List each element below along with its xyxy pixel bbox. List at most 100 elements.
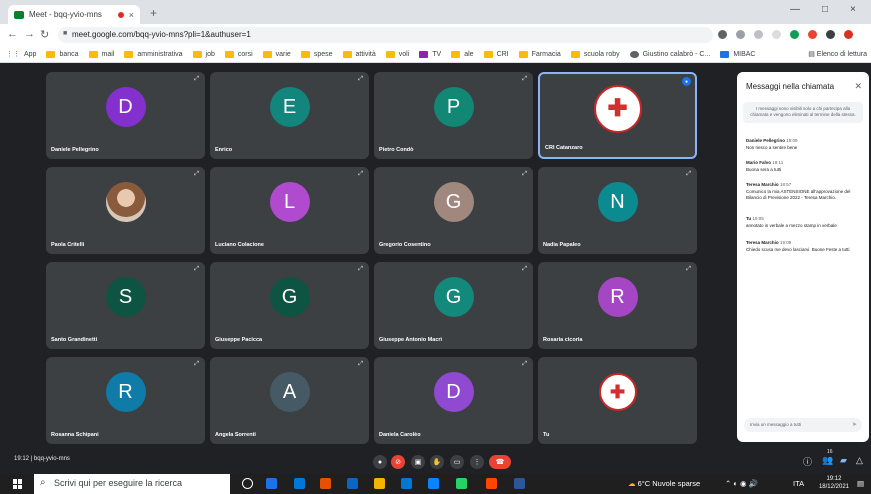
- back-icon[interactable]: ←: [7, 28, 18, 40]
- edge-icon[interactable]: [266, 478, 277, 489]
- tray-icons[interactable]: ⌃ ◐ ◉ 🔊: [725, 479, 758, 488]
- pin-icon[interactable]: ⤢: [194, 76, 199, 83]
- camera-icon[interactable]: [718, 30, 727, 39]
- participant-tile[interactable]: ⤢ G Giuseppe Antonio Macrì: [374, 262, 533, 349]
- pin-icon[interactable]: ⤢: [522, 76, 527, 83]
- pin-icon[interactable]: ⤢: [522, 361, 527, 368]
- chat-input[interactable]: Invia un messaggio a tutti ➤: [744, 418, 862, 432]
- bookmark-item[interactable]: amministrativa: [124, 50, 183, 58]
- participant-tile[interactable]: ⤢ D Daniele Pellegrino: [46, 72, 205, 159]
- pin-icon[interactable]: ⤢: [686, 171, 691, 178]
- pin-icon[interactable]: ⤢: [686, 266, 691, 273]
- pin-icon[interactable]: ⤢: [522, 171, 527, 178]
- mic-off-icon[interactable]: ⊘: [391, 455, 405, 469]
- teams-icon[interactable]: [347, 478, 358, 489]
- bookmark-item[interactable]: CRI: [483, 50, 509, 58]
- pin-icon[interactable]: ⤢: [194, 171, 199, 178]
- windows-start-icon[interactable]: [13, 479, 23, 489]
- participant-tile[interactable]: ⤢ G Gregorio Cosentino: [374, 167, 533, 254]
- pin-icon[interactable]: ⤢: [194, 361, 199, 368]
- input-language[interactable]: ITA: [793, 479, 804, 488]
- activities-icon[interactable]: △: [856, 455, 863, 466]
- zoom-icon[interactable]: [736, 30, 745, 39]
- self-tile[interactable]: ✚ Tu: [538, 357, 697, 444]
- participant-tile[interactable]: ⤢ A Angela Sorrenti: [210, 357, 369, 444]
- tab-close-icon[interactable]: ×: [129, 10, 134, 20]
- bookmark-item[interactable]: voli: [385, 50, 409, 58]
- system-clock[interactable]: 19:12 18/12/2021: [819, 476, 849, 492]
- bookmark-item[interactable]: TV: [419, 50, 441, 58]
- pin-icon[interactable]: ⤢: [358, 266, 363, 273]
- participant-tile[interactable]: ⤢ E Enrico: [210, 72, 369, 159]
- task-view-icon[interactable]: [242, 478, 253, 489]
- share-icon[interactable]: [754, 30, 763, 39]
- cri-ext-icon[interactable]: [844, 30, 853, 39]
- bookmark-item[interactable]: attività: [342, 50, 376, 58]
- bookmark-item[interactable]: mail: [88, 50, 114, 58]
- participant-tile[interactable]: ⤢ R Rosanna Schipani: [46, 357, 205, 444]
- present-screen-icon[interactable]: ▭: [450, 455, 464, 469]
- reload-icon[interactable]: ↻: [40, 28, 49, 41]
- minimize-icon[interactable]: —: [790, 4, 800, 15]
- whatsapp-icon[interactable]: [456, 478, 467, 489]
- maximize-icon[interactable]: □: [822, 4, 828, 15]
- bookmark-item[interactable]: spese: [300, 50, 333, 58]
- url-bar[interactable]: ■ meet.google.com/bqq-yvio-mns?pli=1&aut…: [58, 27, 713, 43]
- new-tab-button[interactable]: +: [150, 6, 157, 20]
- pin-icon[interactable]: ⤢: [358, 76, 363, 83]
- send-icon[interactable]: ➤: [852, 421, 857, 428]
- hang-up-button[interactable]: ☎: [489, 455, 511, 469]
- taskbar-search[interactable]: ⌕ Scrivi qui per eseguire la ricerca: [34, 474, 230, 494]
- pin-icon[interactable]: ⤢: [194, 266, 199, 273]
- more-options-icon[interactable]: ⋮: [470, 455, 484, 469]
- pin-icon[interactable]: ⤢: [522, 266, 527, 273]
- folder-icon: [342, 50, 352, 58]
- bookmark-item[interactable]: Giustino calabrò - C...: [629, 50, 710, 58]
- office-icon[interactable]: [486, 478, 497, 489]
- bookmark-item[interactable]: corsi: [224, 50, 253, 58]
- bookmark-item[interactable]: scuola roby: [570, 50, 620, 58]
- pin-icon[interactable]: ⤢: [358, 361, 363, 368]
- participant-tile[interactable]: ⤢ Paola Critelli: [46, 167, 205, 254]
- bookmark-item[interactable]: banca: [46, 50, 79, 58]
- participant-tile[interactable]: ⤢ P Pietro Condò: [374, 72, 533, 159]
- info-icon[interactable]: ⓘ: [803, 455, 812, 468]
- pin-icon[interactable]: ⤢: [358, 171, 363, 178]
- puzzle-icon[interactable]: [826, 30, 835, 39]
- chrome-icon[interactable]: [320, 478, 331, 489]
- participant-tile[interactable]: ⤢ L Luciano Colacione: [210, 167, 369, 254]
- participant-tile-speaking[interactable]: ● ✚ CRI Catanzaro: [538, 72, 697, 159]
- more-ctrl-icon[interactable]: ●: [373, 455, 387, 469]
- notifications-icon[interactable]: ▤: [857, 479, 864, 488]
- word-icon[interactable]: [514, 478, 525, 489]
- store-icon[interactable]: [401, 478, 412, 489]
- bookmark-item[interactable]: Farmacia: [518, 50, 561, 58]
- skype-icon[interactable]: [428, 478, 439, 489]
- opera-ext-icon[interactable]: [808, 30, 817, 39]
- weather-widget[interactable]: ☁ 6°C Nuvole sparse: [628, 479, 700, 488]
- participant-tile[interactable]: ⤢ D Daniela Carolèo: [374, 357, 533, 444]
- window-close-icon[interactable]: ×: [850, 4, 856, 15]
- people-icon[interactable]: 👥: [822, 455, 833, 466]
- chat-icon[interactable]: ▰: [840, 455, 847, 466]
- bookmark-apps[interactable]: ⋮⋮ App: [6, 50, 36, 59]
- ie-icon[interactable]: [294, 478, 305, 489]
- raise-hand-icon[interactable]: ✋: [430, 455, 444, 469]
- bookmark-item[interactable]: varie: [262, 50, 291, 58]
- browser-tab[interactable]: Meet - bqq-yvio-mns ×: [8, 5, 140, 24]
- close-icon[interactable]: ✕: [854, 81, 862, 92]
- participant-tile[interactable]: ⤢ N Nadia Papaleo: [538, 167, 697, 254]
- bookmark-item[interactable]: ale: [451, 50, 474, 58]
- bookmark-item[interactable]: job: [192, 50, 215, 58]
- star-icon[interactable]: [772, 30, 781, 39]
- drive-ext-icon[interactable]: [790, 30, 799, 39]
- participant-tile[interactable]: ⤢ R Rosaria cicoria: [538, 262, 697, 349]
- bookmark-item[interactable]: MIBAC: [720, 50, 755, 58]
- participant-tile[interactable]: ⤢ G Giuseppe Pacicca: [210, 262, 369, 349]
- reading-list[interactable]: ▤ Elenco di lettura: [808, 50, 867, 58]
- folder-icon: [451, 50, 461, 58]
- explorer-icon[interactable]: [374, 478, 385, 489]
- participant-tile[interactable]: ⤢ S Santo Grandinetti: [46, 262, 205, 349]
- forward-icon[interactable]: →: [24, 28, 35, 40]
- camera-toggle-icon[interactable]: ▣: [411, 455, 425, 469]
